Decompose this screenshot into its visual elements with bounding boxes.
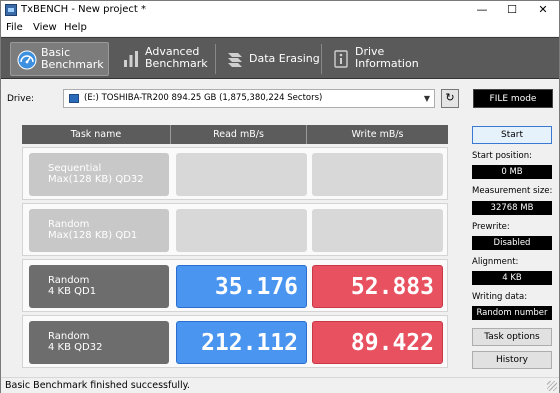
read-result: 212.112 bbox=[176, 321, 307, 364]
tab-label: Data Erasing bbox=[249, 52, 320, 65]
header-write: Write mB/s bbox=[307, 125, 448, 144]
measurement-size-label: Measurement size: bbox=[472, 186, 553, 196]
write-result bbox=[312, 209, 443, 252]
file-mode-button[interactable]: FILE mode bbox=[473, 89, 553, 108]
drive-selected-value: (E:) TOSHIBA-TR200 894.25 GB (1,875,380,… bbox=[84, 93, 323, 103]
tab-basic-benchmark[interactable]: Basic Benchmark bbox=[10, 42, 109, 76]
chevron-down-icon: ▼ bbox=[423, 94, 430, 103]
tab-bar: Basic Benchmark Advanced Benchmark Data … bbox=[1, 37, 559, 79]
title-bar: TxBENCH - New project * — ☐ ✕ bbox=[1, 1, 559, 20]
write-result: 89.422 bbox=[312, 321, 443, 364]
tab-separator bbox=[321, 44, 322, 74]
table-row: Sequential Max(128 KB) QD32 bbox=[22, 147, 448, 200]
start-button[interactable]: Start bbox=[472, 126, 552, 144]
drive-label: Drive: bbox=[7, 94, 35, 104]
window-title: TxBENCH - New project * bbox=[21, 4, 147, 15]
task-button-random-4kb-qd32[interactable]: Random 4 KB QD32 bbox=[29, 321, 169, 364]
menu-file[interactable]: File bbox=[6, 22, 23, 33]
app-window: TxBENCH - New project * — ☐ ✕ File View … bbox=[0, 0, 560, 393]
task-options-button[interactable]: Task options bbox=[472, 328, 552, 346]
menu-bar: File View Help bbox=[1, 20, 559, 36]
task-button-random-4kb-qd1[interactable]: Random 4 KB QD1 bbox=[29, 265, 169, 308]
erase-icon bbox=[228, 53, 242, 67]
writing-data-label: Writing data: bbox=[472, 292, 528, 302]
task-button-random-max-qd1[interactable]: Random Max(128 KB) QD1 bbox=[29, 209, 169, 252]
refresh-button[interactable]: ↻ bbox=[441, 89, 459, 108]
writing-data-value[interactable]: Random number bbox=[472, 306, 552, 320]
tab-label: Drive Information bbox=[355, 45, 419, 70]
tab-advanced-benchmark[interactable]: Advanced Benchmark bbox=[115, 42, 213, 76]
status-bar: Basic Benchmark finished successfully. bbox=[1, 377, 559, 393]
start-position-value[interactable]: 0 MB bbox=[472, 165, 552, 179]
measurement-size-value[interactable]: 32768 MB bbox=[472, 201, 552, 215]
status-text: Basic Benchmark finished successfully. bbox=[5, 380, 190, 391]
write-result: 52.883 bbox=[312, 265, 443, 308]
table-row: Random 4 KB QD32 212.112 89.422 bbox=[22, 315, 448, 368]
read-result bbox=[176, 209, 307, 252]
drive-icon bbox=[69, 94, 79, 103]
tab-separator bbox=[215, 44, 216, 74]
history-button[interactable]: History bbox=[472, 351, 552, 369]
maximize-button[interactable]: ☐ bbox=[497, 2, 527, 19]
menu-help[interactable]: Help bbox=[64, 22, 87, 33]
menu-view[interactable]: View bbox=[33, 22, 57, 33]
refresh-icon: ↻ bbox=[445, 91, 455, 104]
task-button-sequential-qd32[interactable]: Sequential Max(128 KB) QD32 bbox=[29, 153, 169, 196]
write-result bbox=[312, 153, 443, 196]
prewrite-value[interactable]: Disabled bbox=[472, 236, 552, 250]
drive-select[interactable]: (E:) TOSHIBA-TR200 894.25 GB (1,875,380,… bbox=[63, 89, 435, 108]
tab-label: Advanced Benchmark bbox=[145, 45, 208, 70]
start-position-label: Start position: bbox=[472, 151, 532, 161]
prewrite-label: Prewrite: bbox=[472, 222, 510, 232]
tab-data-erasing[interactable]: Data Erasing bbox=[219, 42, 320, 76]
info-icon bbox=[334, 50, 348, 68]
read-result bbox=[176, 153, 307, 196]
bar-chart-icon bbox=[124, 51, 138, 67]
header-read: Read mB/s bbox=[171, 125, 307, 144]
tab-drive-information[interactable]: Drive Information bbox=[325, 42, 425, 76]
minimize-button[interactable]: — bbox=[467, 2, 497, 19]
header-task-name: Task name bbox=[22, 125, 171, 144]
speedometer-icon bbox=[17, 50, 37, 70]
read-result: 35.176 bbox=[176, 265, 307, 308]
benchmark-table: Task name Read mB/s Write mB/s Sequentia… bbox=[22, 125, 448, 375]
alignment-value[interactable]: 4 KB bbox=[472, 271, 552, 285]
table-row: Random Max(128 KB) QD1 bbox=[22, 203, 448, 256]
tab-label: Basic Benchmark bbox=[41, 46, 104, 71]
close-button[interactable]: ✕ bbox=[528, 2, 558, 19]
alignment-label: Alignment: bbox=[472, 257, 519, 267]
table-row: Random 4 KB QD1 35.176 52.883 bbox=[22, 259, 448, 312]
resize-grip-icon[interactable] bbox=[547, 381, 557, 391]
app-icon bbox=[5, 4, 17, 16]
